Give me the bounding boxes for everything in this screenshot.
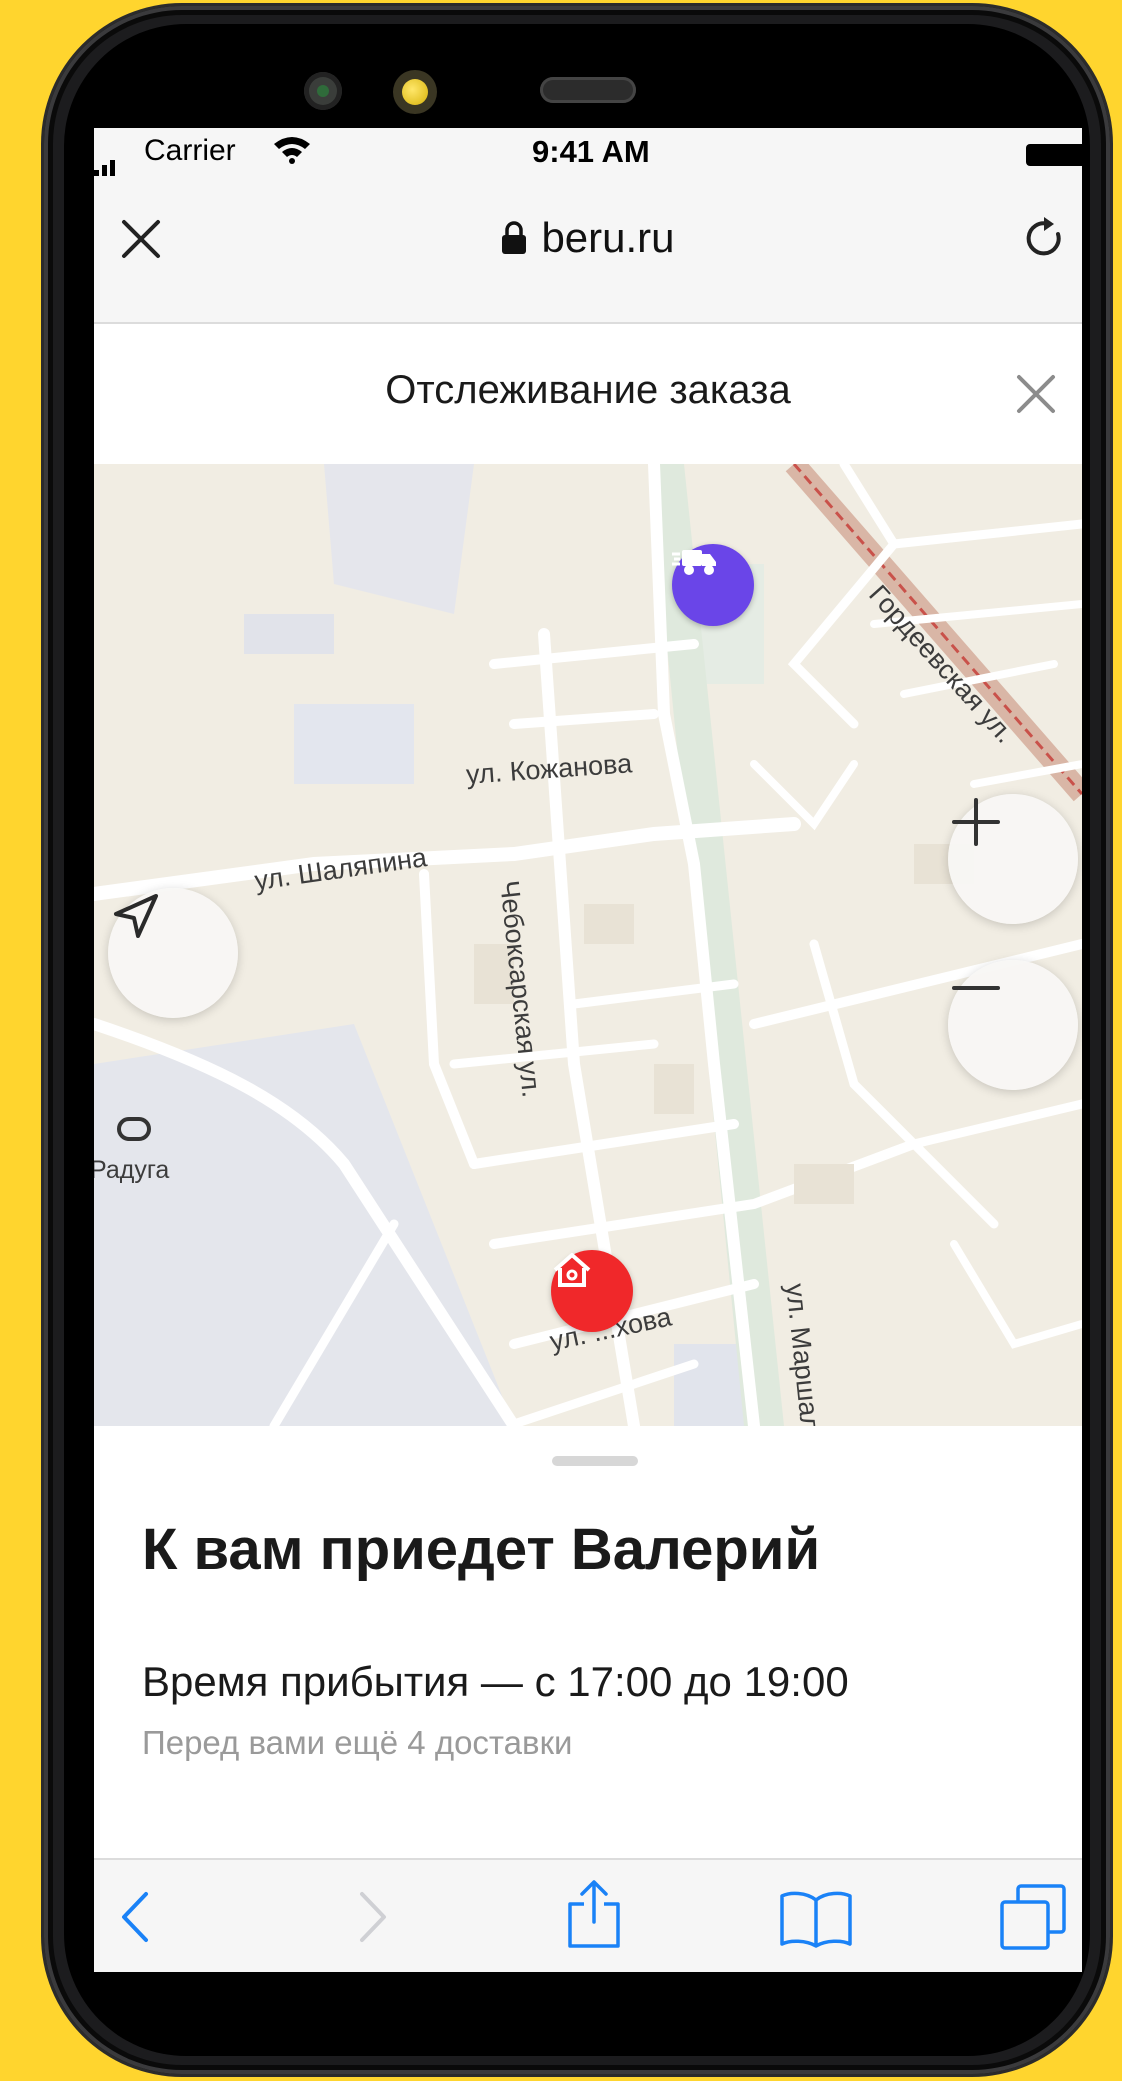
- close-tracking-icon[interactable]: [1014, 372, 1058, 421]
- courier-heading: К вам приедет Валерий: [142, 1517, 821, 1582]
- battery-icon: [1026, 144, 1082, 166]
- address-field[interactable]: beru.ru: [94, 214, 1082, 265]
- book-icon: [778, 1891, 854, 1952]
- browser-toolbar: [94, 1858, 1082, 1972]
- bookmarks-button[interactable]: [778, 1890, 854, 1953]
- lock-icon: [501, 217, 527, 265]
- carrier-name: Carrier: [144, 134, 236, 167]
- deliveries-ahead: Перед вами ещё 4 доставки: [142, 1724, 573, 1761]
- proximity-sensor: [304, 72, 342, 110]
- sheet-drag-handle[interactable]: [552, 1456, 638, 1466]
- status-bar: Carrier 9:41 AM: [94, 128, 1082, 178]
- zoom-out-button[interactable]: [948, 960, 1078, 1090]
- earpiece-speaker: [540, 77, 636, 103]
- screen: Carrier 9:41 AM beru.ru Отслеживание зак…: [94, 128, 1082, 1972]
- browser-url-bar: beru.ru: [94, 176, 1082, 324]
- chevron-left-icon: [116, 1892, 156, 1950]
- wifi-icon: [272, 134, 312, 172]
- home-marker[interactable]: [551, 1250, 633, 1332]
- share-icon: [564, 1880, 624, 1954]
- tracking-map[interactable]: Гордеевская ул. ул. Кожанова ул. Шаляпин…: [94, 464, 1082, 1426]
- page-title: Отслеживание заказа: [385, 368, 791, 412]
- zoom-in-button[interactable]: [948, 794, 1078, 924]
- delivery-info-sheet: К вам приедет Валерий Время прибытия — с…: [94, 1426, 1082, 1858]
- arrival-time: Время прибытия — с 17:00 до 19:00: [142, 1658, 849, 1705]
- share-button[interactable]: [564, 1878, 624, 1955]
- domain-text: beru.ru: [541, 214, 675, 261]
- tabs-icon: [998, 1884, 1068, 1956]
- reload-icon[interactable]: [1022, 214, 1068, 269]
- place-label-raduga: Радуга: [94, 1156, 170, 1184]
- tabs-button[interactable]: [998, 1882, 1068, 1957]
- locate-button[interactable]: [108, 888, 238, 1018]
- front-camera: [393, 70, 437, 114]
- chevron-right-icon: [352, 1892, 392, 1950]
- signal-icon: [94, 144, 118, 178]
- forward-button[interactable]: [352, 1888, 392, 1951]
- courier-marker[interactable]: [672, 544, 754, 626]
- status-time: 9:41 AM: [532, 134, 650, 169]
- page-header: Отслеживание заказа: [94, 324, 1082, 465]
- back-button[interactable]: [116, 1888, 156, 1951]
